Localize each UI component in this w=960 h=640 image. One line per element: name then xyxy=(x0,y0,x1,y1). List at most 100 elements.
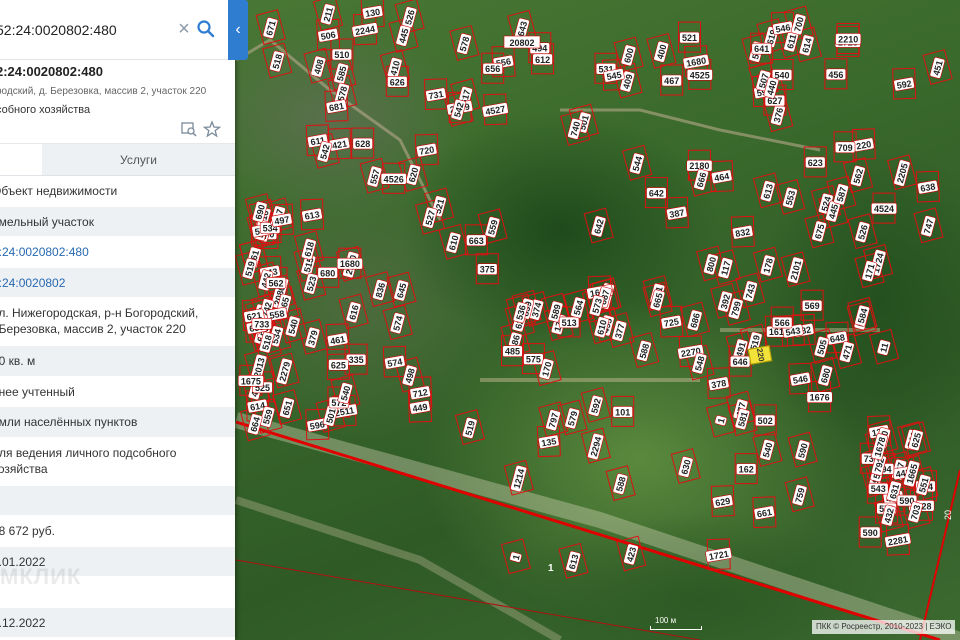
svg-text:20802: 20802 xyxy=(509,38,534,48)
detail-value[interactable]: 2:24:0020802 xyxy=(0,275,229,291)
plot-label: 585 xyxy=(333,62,349,85)
detail-row: для ведения личного подсобногохозяйства xyxy=(0,438,235,486)
plot-label: 569 xyxy=(801,299,823,312)
plot-label: 513 xyxy=(558,316,580,329)
plot-label: 628 xyxy=(352,137,373,150)
plot-label: 616 xyxy=(345,301,362,324)
plot-number: 590 xyxy=(863,528,878,538)
plot-number: 575 xyxy=(526,355,541,365)
plot-label: 4527 xyxy=(481,102,509,118)
collapse-panel-button[interactable]: ‹ xyxy=(228,0,248,60)
road-line xyxy=(235,559,701,640)
close-icon[interactable]: × xyxy=(176,18,192,40)
plot-label: 574 xyxy=(389,312,406,335)
plot-label: 510 xyxy=(331,48,353,61)
plot-label: 505 xyxy=(813,336,830,358)
plot-label: 408 xyxy=(310,55,327,78)
plot-label: 101 xyxy=(612,406,633,418)
plot-label: 800 xyxy=(703,253,719,276)
plot-number: 2281 xyxy=(887,534,908,547)
plot-label: 630 xyxy=(677,456,694,478)
plot-label: 1680 xyxy=(682,54,710,70)
plot-number: 623 xyxy=(808,158,823,168)
search-bar: × xyxy=(0,0,235,60)
plot-label: 681 xyxy=(325,99,348,114)
plot-label: 675 xyxy=(811,220,827,243)
plot-label: 553 xyxy=(782,186,798,209)
star-icon[interactable] xyxy=(202,120,222,138)
info-panel: × 2:24:0020802:480 родский, д. Березовка… xyxy=(0,0,235,640)
detail-row[interactable]: 2:24:0020802:480 xyxy=(0,237,235,268)
plot-label: 536 xyxy=(512,301,529,324)
plot-label: 564 xyxy=(570,296,586,319)
plot-label: 4526 xyxy=(380,173,407,185)
plot-number: 1675 xyxy=(241,376,261,386)
plot-label: 588 xyxy=(612,473,629,495)
plot-label: 2210 xyxy=(835,33,862,45)
detail-row: бл. Нижегородская, р-н Богородский, . Бер… xyxy=(0,298,235,346)
plot-label: 733 xyxy=(251,317,272,330)
plot-label: 377 xyxy=(611,320,628,342)
search-input[interactable] xyxy=(0,16,166,44)
search-icon[interactable] xyxy=(196,16,216,42)
plot-label: 661 xyxy=(753,505,776,520)
plot-label: 562 xyxy=(850,165,866,187)
plot-label: 526 xyxy=(401,6,418,29)
plot-number: 733 xyxy=(254,319,269,329)
plot-number: 569 xyxy=(805,301,820,311)
plot-number: 562 xyxy=(268,278,283,288)
plot-label: 725 xyxy=(660,314,683,330)
plot-label: 592 xyxy=(587,394,604,417)
tab-info[interactable] xyxy=(0,144,42,175)
plot-label: 378 xyxy=(708,376,730,391)
map-attribution: ПКК © Росреестр, 2010-2023 | ЕЭКО xyxy=(812,620,956,634)
plot-number: 375 xyxy=(480,265,495,275)
plot-label: 518 xyxy=(269,50,285,73)
plot-label: 542 xyxy=(450,98,467,121)
plot-label: 641 xyxy=(751,42,772,55)
detail-value[interactable]: 2:24:0020802:480 xyxy=(0,244,229,260)
plot-label: 651 xyxy=(279,397,295,419)
plot-label: 587 xyxy=(833,183,849,206)
watermark: МКЛИК xyxy=(0,564,82,589)
plot-number: 625 xyxy=(331,360,346,370)
plot-number: 456 xyxy=(828,70,843,80)
plot-number: 510 xyxy=(334,50,349,60)
plot-label: 562 xyxy=(265,277,287,289)
plot-label: 543 xyxy=(868,482,889,495)
plot-label: 400 xyxy=(653,40,669,63)
plot-label: 4525 xyxy=(686,69,713,81)
plot-number: 4526 xyxy=(384,174,404,184)
tab-services[interactable]: Услуги xyxy=(42,144,235,175)
plot-label: 130 xyxy=(361,5,384,20)
plot-label: 588 xyxy=(636,340,652,362)
plot-label: 686 xyxy=(686,309,703,332)
plot-label: 731 xyxy=(425,87,447,102)
road-label-east: 20 xyxy=(943,509,954,521)
plot-label: 1 xyxy=(509,551,522,563)
plot-number: 680 xyxy=(320,268,335,278)
plot-number: 566 xyxy=(775,318,790,328)
plot-label: 117 xyxy=(717,257,734,279)
detail-row: 00 кв. м xyxy=(0,346,235,377)
detail-value: емли населённых пунктов xyxy=(0,415,138,429)
search-on-map-icon[interactable] xyxy=(180,120,198,138)
plot-label: 135 xyxy=(538,434,560,449)
plot-label: 590 xyxy=(794,439,811,462)
plot-label: 551 xyxy=(915,474,932,496)
detail-value: для ведения личного подсобного xyxy=(0,445,177,460)
plot-number: 709 xyxy=(838,143,853,153)
plot-label: 2279 xyxy=(275,357,293,385)
plot-label: 743 xyxy=(742,280,758,303)
plot-label: 642 xyxy=(590,215,607,238)
plot-label: 162 xyxy=(736,463,757,475)
plot-number: 101 xyxy=(615,407,630,417)
detail-value: анее учтенный xyxy=(0,384,75,399)
plot-label: 557 xyxy=(366,165,383,188)
plot-label: 671 xyxy=(262,17,279,39)
detail-row xyxy=(0,485,235,516)
plot-label: 575 xyxy=(523,353,544,365)
detail-value: 00 кв. м xyxy=(0,354,36,368)
detail-row[interactable]: 2:24:0020802 xyxy=(0,267,235,298)
object-title: 2:24:0020802:480 xyxy=(0,64,103,79)
